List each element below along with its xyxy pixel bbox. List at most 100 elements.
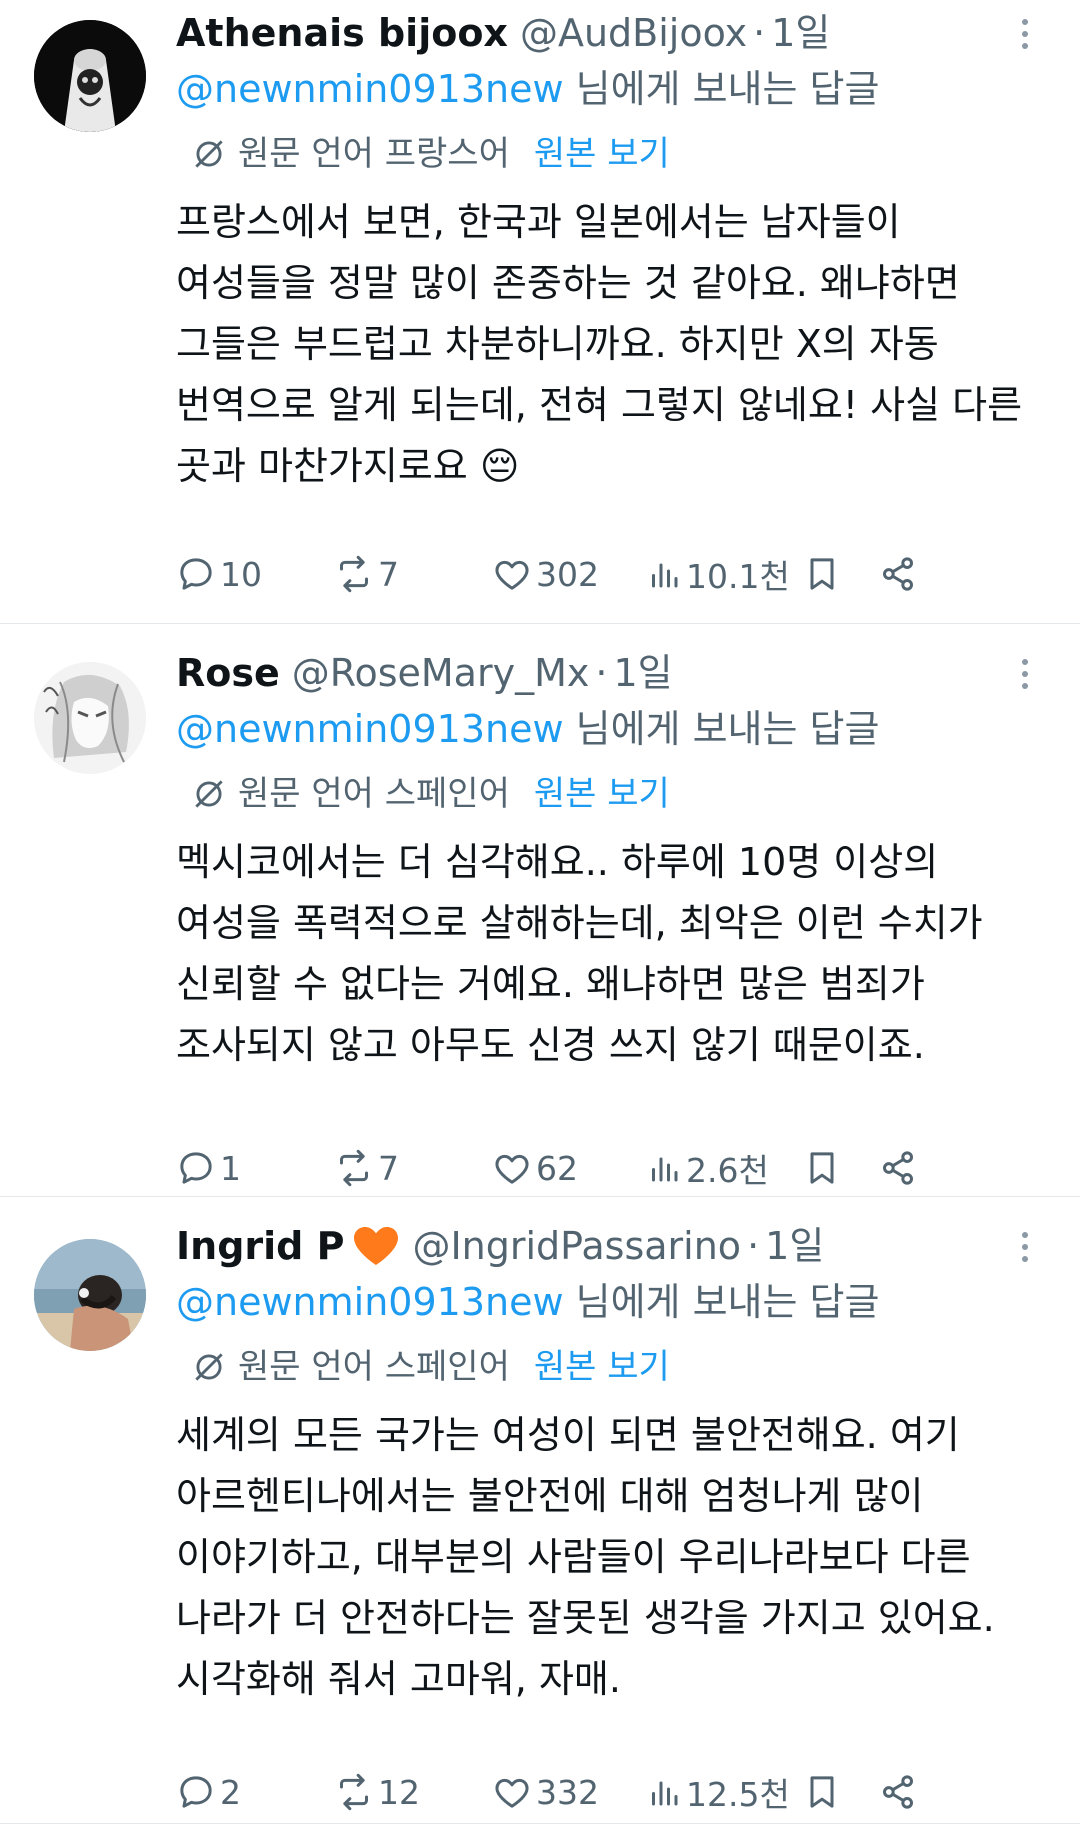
translation-bar: 원문 언어 스페인어 원본 보기	[190, 770, 1040, 818]
more-icon[interactable]	[1010, 12, 1040, 56]
share-icon	[883, 557, 913, 591]
like-button[interactable]: 62	[492, 1144, 578, 1192]
share-icon	[883, 1151, 913, 1185]
views-icon	[652, 1781, 678, 1806]
show-original-link[interactable]: 원본 보기	[534, 1343, 670, 1391]
tweet-header: Athenais bijoox @AudBijoox · 1일	[176, 8, 1040, 58]
translation-bar: 원문 언어 프랑스어 원본 보기	[190, 130, 1040, 178]
repost-button[interactable]: 7	[334, 1144, 399, 1192]
reply-context-label: 님에게 보내는 답글	[563, 67, 880, 111]
bookmark-button[interactable]	[802, 1144, 842, 1192]
action-bar: 2 12 332 12.5천	[176, 1768, 1040, 1816]
action-bar: 1 7 62 2.6천	[176, 1144, 1040, 1192]
avatar[interactable]	[34, 662, 146, 774]
avatar[interactable]	[34, 20, 146, 132]
display-name[interactable]: Ingrid P	[176, 1221, 344, 1271]
like-icon	[495, 1778, 529, 1808]
more-icon[interactable]	[1010, 652, 1040, 696]
views-button[interactable]: 2.6천	[646, 1144, 769, 1192]
share-button[interactable]	[878, 550, 918, 598]
repost-button[interactable]: 12	[334, 1768, 420, 1816]
bookmark-button[interactable]	[802, 550, 842, 598]
bookmark-icon	[810, 558, 834, 590]
repost-icon	[340, 555, 368, 593]
bookmark-icon	[810, 1776, 834, 1808]
avatar-image	[34, 1239, 146, 1351]
reply-count: 2	[220, 1772, 241, 1812]
tweet-header: Rose @RoseMary_Mx · 1일	[176, 648, 1040, 698]
avatar[interactable]	[34, 1239, 146, 1351]
reply-context-label: 님에게 보내는 답글	[563, 1280, 880, 1324]
user-handle[interactable]: @IngridPassarino	[412, 1221, 741, 1271]
share-button[interactable]	[878, 1768, 918, 1816]
translation-bar: 원문 언어 스페인어 원본 보기	[190, 1343, 1040, 1391]
display-name[interactable]: Rose	[176, 648, 280, 698]
repost-count: 12	[378, 1772, 420, 1812]
reply-count: 1	[220, 1148, 241, 1188]
action-bar: 10 7 302 10.1천	[176, 550, 1040, 598]
like-button[interactable]: 302	[492, 550, 599, 598]
timestamp[interactable]: 1일	[613, 648, 672, 698]
mention-link[interactable]: @newnmin0913new	[176, 707, 564, 751]
like-icon	[495, 560, 529, 590]
translation-language: 원문 언어 스페인어	[238, 1347, 510, 1387]
reply-context: @newnmin0913new 님에게 보내는 답글	[176, 704, 1040, 754]
translate-icon	[195, 140, 223, 168]
reply-button[interactable]: 1	[176, 1144, 241, 1192]
translate-icon	[195, 1353, 223, 1381]
view-count: 12.5천	[686, 1775, 790, 1814]
show-original-link[interactable]: 원본 보기	[534, 130, 670, 178]
translation-language: 원문 언어 프랑스어	[238, 134, 510, 174]
reply-button[interactable]: 2	[176, 1768, 241, 1816]
translation-language: 원문 언어 스페인어	[238, 774, 510, 814]
like-count: 332	[536, 1772, 599, 1812]
separator-dot: ·	[595, 651, 608, 695]
timestamp[interactable]: 1일	[771, 8, 830, 58]
repost-button[interactable]: 7	[334, 550, 399, 598]
user-handle[interactable]: @RoseMary_Mx	[292, 648, 590, 698]
orange-heart-icon	[354, 1227, 399, 1265]
reply-icon	[180, 1152, 212, 1184]
timestamp[interactable]: 1일	[765, 1221, 824, 1271]
translate-icon	[195, 780, 223, 808]
avatar-image	[34, 20, 146, 132]
view-count: 10.1천	[686, 557, 790, 596]
share-button[interactable]	[878, 1144, 918, 1192]
tweet-text: 멕시코에서는 더 심각해요.. 하루에 10명 이상의 여성을 폭력적으로 살해…	[176, 840, 983, 1067]
separator-dot: ·	[747, 1224, 760, 1268]
user-handle[interactable]: @AudBijoox	[520, 8, 747, 58]
separator-dot: ·	[753, 11, 766, 55]
reply-context-label: 님에게 보내는 답글	[563, 707, 880, 751]
like-count: 62	[536, 1148, 578, 1188]
mention-link[interactable]: @newnmin0913new	[176, 1280, 564, 1324]
views-icon	[652, 1157, 678, 1182]
view-count: 2.6천	[686, 1151, 769, 1190]
reply-icon	[180, 558, 212, 590]
tweet-header: Ingrid P @IngridPassarino · 1일	[176, 1221, 1040, 1271]
reply-context: @newnmin0913new 님에게 보내는 답글	[176, 1277, 1040, 1327]
like-button[interactable]: 332	[492, 1768, 599, 1816]
tweet-1[interactable]: Athenais bijoox @AudBijoox · 1일 @newnmin…	[0, 0, 1080, 624]
repost-count: 7	[378, 1148, 399, 1188]
tweet-2[interactable]: Rose @RoseMary_Mx · 1일 @newnmin0913new 님…	[0, 624, 1080, 1197]
repost-count: 7	[378, 554, 399, 594]
display-name[interactable]: Athenais bijoox	[176, 8, 508, 58]
views-button[interactable]: 10.1천	[646, 550, 790, 598]
more-icon[interactable]	[1010, 1225, 1040, 1269]
like-count: 302	[536, 554, 599, 594]
views-button[interactable]: 12.5천	[646, 1768, 790, 1816]
repost-icon	[340, 1773, 368, 1811]
reply-button[interactable]: 10	[176, 550, 262, 598]
bookmark-button[interactable]	[802, 1768, 842, 1816]
mention-link[interactable]: @newnmin0913new	[176, 67, 564, 111]
reply-context: @newnmin0913new 님에게 보내는 답글	[176, 64, 1040, 114]
repost-icon	[340, 1149, 368, 1187]
tweet-text: 세계의 모든 국가는 여성이 되면 불안전해요. 여기 아르헨티나에서는 불안전…	[176, 1413, 995, 1701]
views-icon	[652, 563, 678, 588]
tweet-3[interactable]: Ingrid P @IngridPassarino · 1일 @newnmin0…	[0, 1197, 1080, 1824]
reply-count: 10	[220, 554, 262, 594]
share-icon	[883, 1775, 913, 1809]
reply-icon	[180, 1776, 212, 1808]
avatar-image	[34, 662, 146, 774]
show-original-link[interactable]: 원본 보기	[534, 770, 670, 818]
